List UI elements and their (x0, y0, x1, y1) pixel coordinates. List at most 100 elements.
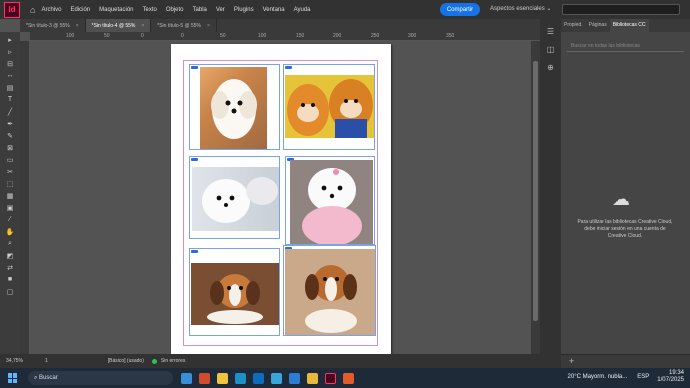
page-tool-icon[interactable]: ⊟ (3, 59, 17, 68)
file-explorer-icon[interactable] (217, 372, 228, 384)
direct-selection-tool-icon[interactable]: ▹ (3, 47, 17, 56)
beagle-lying-image (207, 274, 263, 324)
image-frame-2[interactable] (283, 64, 375, 150)
photos-icon[interactable] (271, 372, 282, 384)
pen-tool-icon[interactable]: ✒ (3, 119, 17, 128)
tab-label: *Sin título-5 @ 55% (157, 22, 201, 29)
outlook-icon[interactable] (253, 372, 264, 384)
tab-pages[interactable]: Páginas (586, 19, 610, 32)
search-input[interactable] (562, 4, 680, 15)
vertical-scrollbar[interactable] (531, 41, 540, 354)
transform-tool-icon[interactable]: ⬚ (3, 179, 17, 188)
preflight-status-icon (151, 358, 157, 364)
line-tool-icon[interactable]: ╱ (3, 107, 17, 116)
layers-icon[interactable]: ◫ (545, 45, 557, 55)
image-frame-3[interactable] (189, 156, 280, 239)
copilot-icon[interactable] (199, 372, 210, 384)
taskbar-apps (181, 372, 361, 384)
chevron-down-icon: ⌄ (546, 6, 552, 12)
share-button[interactable]: Compartir (440, 3, 480, 16)
puppy-photo (192, 167, 279, 231)
status-bar: 34,75% 1 [Básico] (usado) Sin errores (0, 354, 555, 368)
zoom-level[interactable]: 34,75% (6, 358, 23, 364)
frame-tool-icon[interactable]: ⊠ (3, 143, 17, 152)
tab-cc-libraries[interactable]: Bibliotecas CC (609, 19, 649, 32)
brave-icon[interactable] (343, 372, 354, 384)
frame-link-icon[interactable] (191, 66, 198, 69)
close-icon[interactable]: × (76, 23, 79, 29)
library-search-input[interactable]: Buscar en todas las bibliotecas (567, 40, 684, 52)
ruler-mark: 200 (333, 33, 342, 39)
rectangle-tool-icon[interactable]: ▭ (3, 155, 17, 164)
image-frame-6[interactable] (283, 245, 376, 336)
tab-sin-titulo-5[interactable]: *Sin título-5 @ 55% × (151, 19, 217, 32)
screen-mode-icon[interactable]: ▢ (3, 287, 17, 296)
frame-link-icon[interactable] (191, 158, 198, 161)
pasteboard[interactable] (30, 41, 531, 355)
system-tray: 20°C Mayorm. nubla... ESP 19:34 1/07/2025 (568, 370, 684, 384)
windows-start-icon[interactable] (8, 373, 18, 383)
hand-tool-icon[interactable]: ✋ (3, 227, 17, 236)
workspace-label: Aspectos esenciales (490, 6, 545, 12)
edge-icon[interactable] (235, 372, 246, 384)
menu-ayuda[interactable]: Ayuda (294, 7, 311, 13)
page-number[interactable]: 1 (45, 358, 48, 364)
chrome-icon[interactable] (307, 372, 318, 384)
properties-icon[interactable]: ☰ (545, 27, 557, 37)
tab-sin-titulo-3[interactable]: *Sin título-3 @ 55% × (20, 19, 86, 32)
pencil-tool-icon[interactable]: ✎ (3, 131, 17, 140)
indesign-logo: Id (4, 1, 20, 18)
document-page[interactable] (171, 44, 391, 355)
preflight-profile[interactable]: [Básico] (usado) (108, 358, 144, 364)
links-icon[interactable]: ⊕ (545, 63, 557, 73)
pomeranians-image (287, 79, 373, 138)
gap-tool-icon[interactable]: ↔ (3, 71, 17, 80)
clock[interactable]: 19:34 1/07/2025 (657, 370, 684, 384)
scissors-tool-icon[interactable]: ✂ (3, 167, 17, 176)
image-frame-4[interactable] (285, 156, 375, 245)
menu-objeto[interactable]: Objeto (166, 7, 184, 13)
weather-widget[interactable]: 20°C Mayorm. nubla... (568, 374, 628, 380)
word-icon[interactable] (289, 372, 300, 384)
type-tool-icon[interactable]: T (3, 95, 17, 104)
task-view-icon[interactable] (181, 372, 192, 384)
zoom-tool-icon[interactable]: ⌕ (3, 239, 17, 248)
menu-ver[interactable]: Ver (216, 7, 225, 13)
gradient-tool-icon[interactable]: ▦ (3, 191, 17, 200)
scrollbar-thumb[interactable] (533, 61, 538, 321)
menu-edicion[interactable]: Edición (70, 7, 90, 13)
frame-link-icon[interactable] (191, 250, 198, 253)
apply-color-icon[interactable]: ■ (3, 275, 17, 284)
taskbar-search[interactable]: ⌕ Buscar (28, 371, 173, 385)
image-frame-5[interactable] (189, 248, 280, 336)
ruler-mark: 100 (66, 33, 75, 39)
menu-ventana[interactable]: Ventana (263, 7, 285, 13)
eyedropper-tool-icon[interactable]: ⁄ (3, 215, 17, 224)
panel-tabs: Propied. Páginas Bibliotecas CC (561, 19, 690, 32)
tab-properties[interactable]: Propied. (561, 19, 586, 32)
home-icon[interactable]: ⌂ (30, 5, 35, 15)
image-frame-1[interactable] (189, 64, 280, 150)
swap-colors-icon[interactable]: ⇄ (3, 263, 17, 272)
menu-maquetacion[interactable]: Maquetación (99, 7, 133, 13)
content-collector-icon[interactable]: ▤ (3, 83, 17, 92)
indesign-taskbar-icon[interactable] (325, 372, 336, 384)
menu-archivo[interactable]: Archivo (41, 7, 61, 13)
ruler-mark: 250 (371, 33, 380, 39)
add-icon[interactable]: + (569, 356, 574, 366)
menu-texto[interactable]: Texto (143, 7, 157, 13)
note-tool-icon[interactable]: ▣ (3, 203, 17, 212)
sign-in-message: Para utilizar las bibliotecas Creative C… (577, 219, 673, 239)
close-icon[interactable]: × (141, 23, 144, 29)
language-indicator[interactable]: ESP (637, 374, 649, 380)
white-fluffy-puppy-image (202, 177, 278, 223)
close-icon[interactable]: × (207, 23, 210, 29)
menu-tabla[interactable]: Tabla (193, 7, 207, 13)
tab-sin-titulo-4[interactable]: *Sin título-4 @ 55% × (85, 19, 152, 32)
workspace-selector[interactable]: Aspectos esenciales ⌄ (490, 5, 551, 12)
frame-link-icon[interactable] (285, 66, 292, 69)
ruler-mark: 100 (258, 33, 267, 39)
menu-plugins[interactable]: Plugins (234, 7, 254, 13)
fill-stroke-icon[interactable]: ◩ (3, 251, 17, 260)
selection-tool-icon[interactable]: ▸ (3, 35, 17, 44)
